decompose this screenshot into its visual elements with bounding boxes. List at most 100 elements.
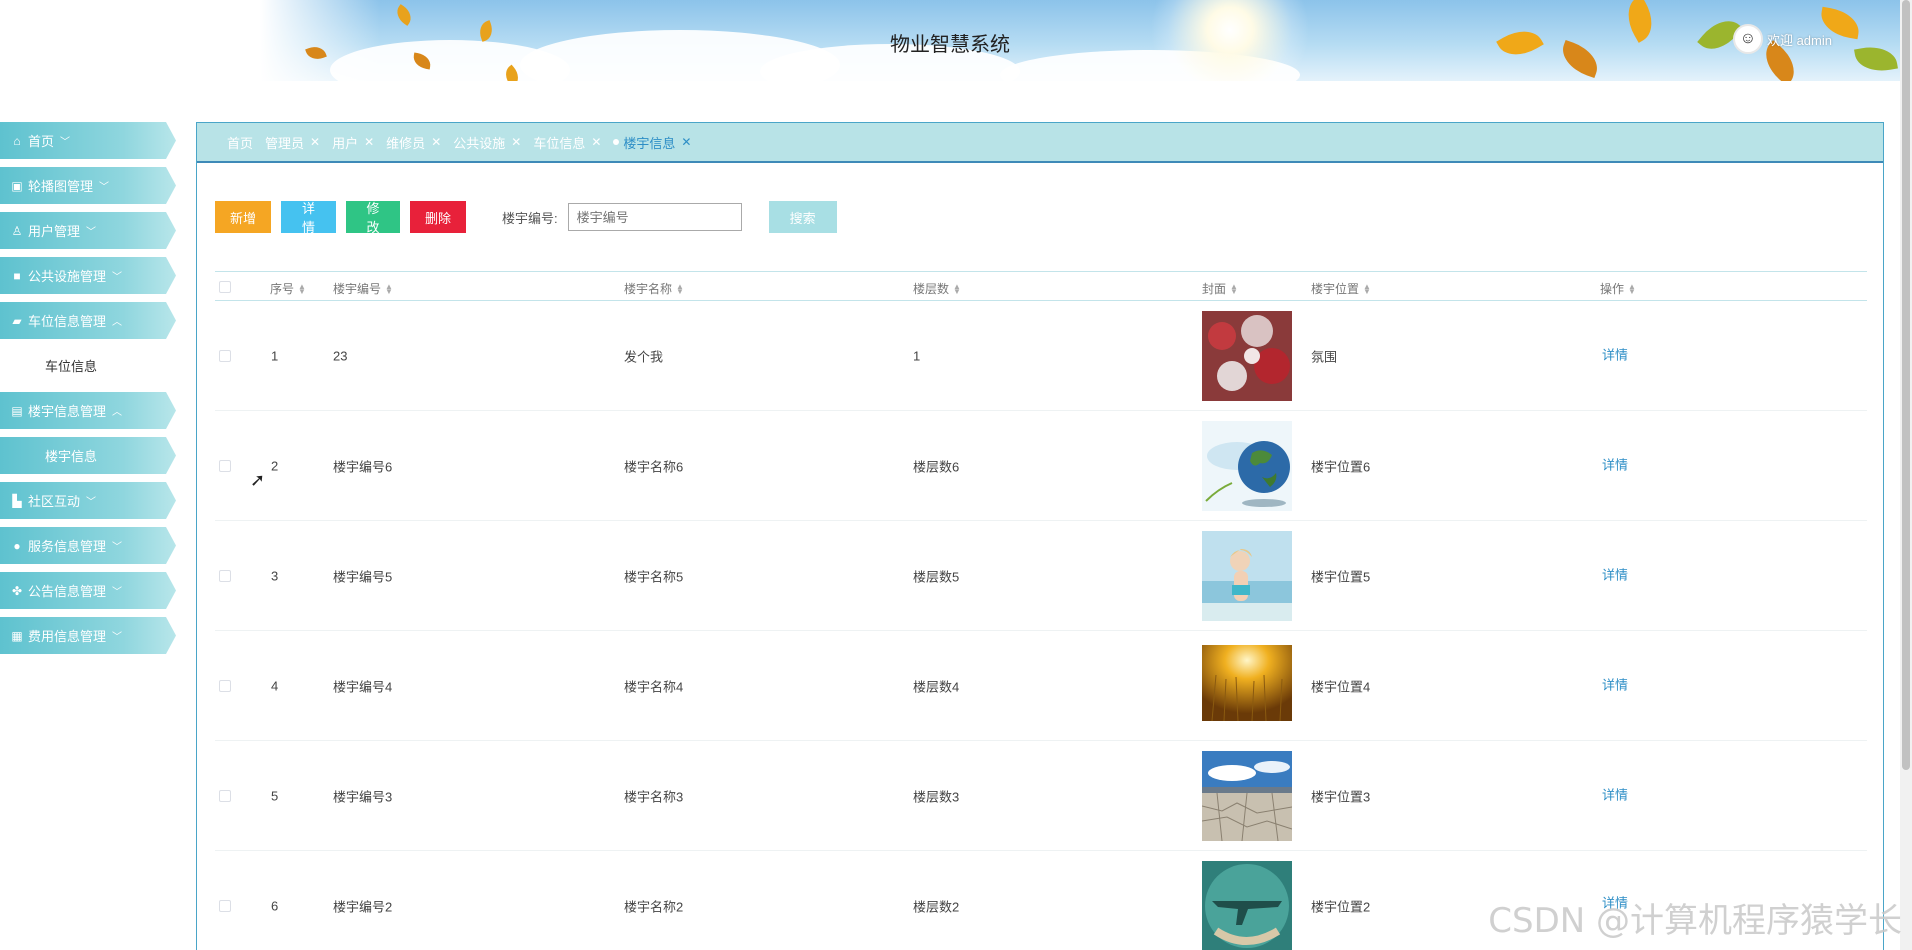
- table-row[interactable]: 5 楼宇编号3 楼宇名称3 楼层数3 楼宇位置3 详情: [215, 741, 1867, 851]
- column-header[interactable]: 封面 ▲ ▼: [1202, 280, 1238, 297]
- sidebar-item-home[interactable]: ⌂ 首页 ﹀: [0, 122, 176, 159]
- system-title: 物业智慧系统: [890, 34, 1010, 56]
- close-icon[interactable]: ✕: [364, 135, 374, 149]
- detail-link[interactable]: 详情: [1602, 344, 1628, 363]
- row-checkbox[interactable]: [219, 680, 231, 692]
- home-icon: ⌂: [13, 133, 21, 148]
- app-root: 物业智慧系统 ☺ 欢迎 admin ⌂ 首页 ﹀ ▣ 轮播图管理 ﹀ ♙ 用户管…: [0, 0, 1912, 950]
- close-icon[interactable]: ✕: [310, 135, 320, 149]
- edit-button[interactable]: 修改: [346, 201, 400, 235]
- table-row[interactable]: 1 23 发个我 1 氛围 详情: [215, 301, 1867, 411]
- sidebar-item-carousel[interactable]: ▣ 轮播图管理 ﹀: [0, 167, 176, 204]
- cell-location: 楼宇位置2: [1311, 899, 1371, 915]
- vertical-scrollbar[interactable]: [1900, 0, 1912, 950]
- row-checkbox[interactable]: [219, 570, 231, 582]
- detail-link[interactable]: 详情: [1602, 454, 1628, 473]
- tab-parking-info[interactable]: 车位信息 ✕: [533, 133, 601, 152]
- cell-index: 2: [271, 458, 279, 473]
- tab-building-info[interactable]: 楼宇信息 ✕: [613, 133, 691, 152]
- cell-index: 4: [271, 678, 279, 693]
- table-row[interactable]: 4 楼宇编号4 楼宇名称4 楼层数4 楼宇位置4 详情: [215, 631, 1867, 741]
- cell-name: 楼宇名称4: [624, 679, 684, 694]
- close-icon[interactable]: ✕: [511, 135, 521, 149]
- sidebar-item-services[interactable]: ● 服务信息管理 ﹀: [0, 527, 176, 564]
- search-label: 楼宇编号:: [502, 210, 558, 226]
- table-row[interactable]: 3 楼宇编号5 楼宇名称5 楼层数5 楼宇位置5 详情: [215, 521, 1867, 631]
- cell-index: 5: [271, 788, 279, 803]
- chevron-down-icon: ﹀: [112, 272, 123, 283]
- chevron-down-icon: ﹀: [86, 497, 97, 508]
- detail-link[interactable]: 详情: [1602, 784, 1628, 803]
- column-header[interactable]: 楼宇编号 ▲ ▼: [333, 280, 393, 297]
- sidebar-subitem-parking-info[interactable]: 车位信息: [0, 347, 176, 384]
- detail-button[interactable]: 详情: [281, 201, 336, 235]
- sidebar-item-users[interactable]: ♙ 用户管理 ﹀: [0, 212, 176, 249]
- welcome-text: 欢迎 admin: [1766, 32, 1832, 48]
- table-row[interactable]: 2 楼宇编号6 楼宇名称6 楼层数6 楼宇位置6 详情: [215, 411, 1867, 521]
- row-checkbox[interactable]: [219, 900, 231, 912]
- row-checkbox[interactable]: [219, 350, 231, 362]
- sidebar-item-notices[interactable]: ✤ 公告信息管理 ﹀: [0, 572, 176, 609]
- chevron-down-icon: ﹀: [86, 227, 97, 238]
- scrollbar-thumb[interactable]: [1902, 0, 1910, 770]
- cell-floors: 楼层数3: [913, 789, 960, 804]
- detail-link[interactable]: 详情: [1602, 564, 1628, 583]
- tab-users[interactable]: 用户 ✕: [332, 133, 374, 152]
- cover-image: [1202, 861, 1292, 950]
- cover-image: [1201, 750, 1293, 841]
- chevron-up-icon: ︿: [112, 317, 123, 328]
- cell-code: 楼宇编号4: [333, 679, 393, 694]
- chevron-down-icon: ﹀: [60, 137, 71, 148]
- delete-button[interactable]: 删除: [410, 201, 466, 233]
- close-icon[interactable]: ✕: [431, 135, 441, 149]
- column-header[interactable]: 操作 ▲ ▼: [1600, 280, 1636, 297]
- cell-floors: 楼层数2: [913, 899, 960, 915]
- user-avatar-icon[interactable]: ☺: [1732, 24, 1763, 54]
- cell-code: 23: [333, 348, 348, 363]
- cell-index: 3: [271, 568, 279, 583]
- search-button[interactable]: 搜索: [768, 201, 837, 233]
- table-header: 序号 ▲ ▼ 楼宇编号 ▲ ▼ 楼宇名称 ▲ ▼ 楼层数 ▲ ▼ 封面 ▲ ▼ 楼宇位置 ▲ ▼ 操作 ▲…: [215, 271, 1867, 301]
- select-all-checkbox[interactable]: [219, 281, 231, 293]
- car-icon: ▰: [12, 313, 22, 328]
- cell-location: 楼宇位置4: [1311, 679, 1371, 694]
- chevron-down-icon: ﹀: [99, 182, 110, 193]
- cell-floors: 楼层数4: [913, 679, 960, 694]
- sidebar-subitem-building-info[interactable]: 楼宇信息: [0, 437, 176, 474]
- row-checkbox[interactable]: [219, 790, 231, 802]
- column-header[interactable]: 序号 ▲ ▼: [270, 280, 306, 297]
- toolbar: 新增 详情 修改 删除 楼宇编号: 搜索: [215, 201, 837, 235]
- column-header[interactable]: 楼宇位置 ▲ ▼: [1311, 280, 1371, 297]
- watermark: CSDN @计算机程序猿学长: [1488, 901, 1902, 941]
- sidebar-item-buildings[interactable]: ▤ 楼宇信息管理 ︿: [0, 392, 176, 429]
- cell-name: 发个我: [624, 349, 664, 364]
- close-icon[interactable]: ✕: [591, 135, 601, 149]
- sort-icon: ▲ ▼: [1628, 281, 1636, 296]
- detail-link[interactable]: 详情: [1602, 674, 1628, 693]
- sidebar-item-community[interactable]: ▙ 社区互动 ﹀: [0, 482, 176, 519]
- fee-icon: ▦: [11, 628, 23, 643]
- tab-repairmen[interactable]: 维修员 ✕: [386, 133, 441, 152]
- close-icon[interactable]: ✕: [681, 135, 691, 149]
- cell-location: 楼宇位置6: [1311, 459, 1371, 474]
- column-header[interactable]: 楼宇名称 ▲ ▼: [624, 280, 684, 297]
- chat-icon: ▙: [12, 493, 22, 508]
- row-checkbox[interactable]: [219, 460, 231, 472]
- cell-name: 楼宇名称3: [624, 789, 684, 804]
- sidebar-item-facilities[interactable]: ■ 公共设施管理 ﹀: [0, 257, 176, 294]
- tab-facilities[interactable]: 公共设施 ✕: [453, 133, 521, 152]
- user-menu[interactable]: ☺ 欢迎 admin: [1732, 24, 1832, 54]
- sort-icon: ▲ ▼: [385, 281, 393, 296]
- sidebar-item-fees[interactable]: ▦ 费用信息管理 ﹀: [0, 617, 176, 654]
- cell-code: 楼宇编号6: [333, 459, 393, 474]
- cell-location: 楼宇位置5: [1311, 569, 1371, 584]
- sidebar-item-parking[interactable]: ▰ 车位信息管理 ︿: [0, 302, 176, 339]
- cover-image: [1202, 530, 1292, 621]
- tab-home[interactable]: 首页: [227, 133, 253, 152]
- cell-floors: 楼层数6: [913, 459, 960, 474]
- add-button[interactable]: 新增: [215, 201, 271, 233]
- column-header[interactable]: 楼层数 ▲ ▼: [913, 280, 961, 297]
- tabs-bar: 首页 管理员 ✕ 用户 ✕ 维修员 ✕ 公共设施 ✕ 车位信息 ✕ 楼宇信息 ✕: [197, 123, 1883, 163]
- tab-admin[interactable]: 管理员 ✕: [265, 133, 320, 152]
- search-input[interactable]: [567, 203, 742, 231]
